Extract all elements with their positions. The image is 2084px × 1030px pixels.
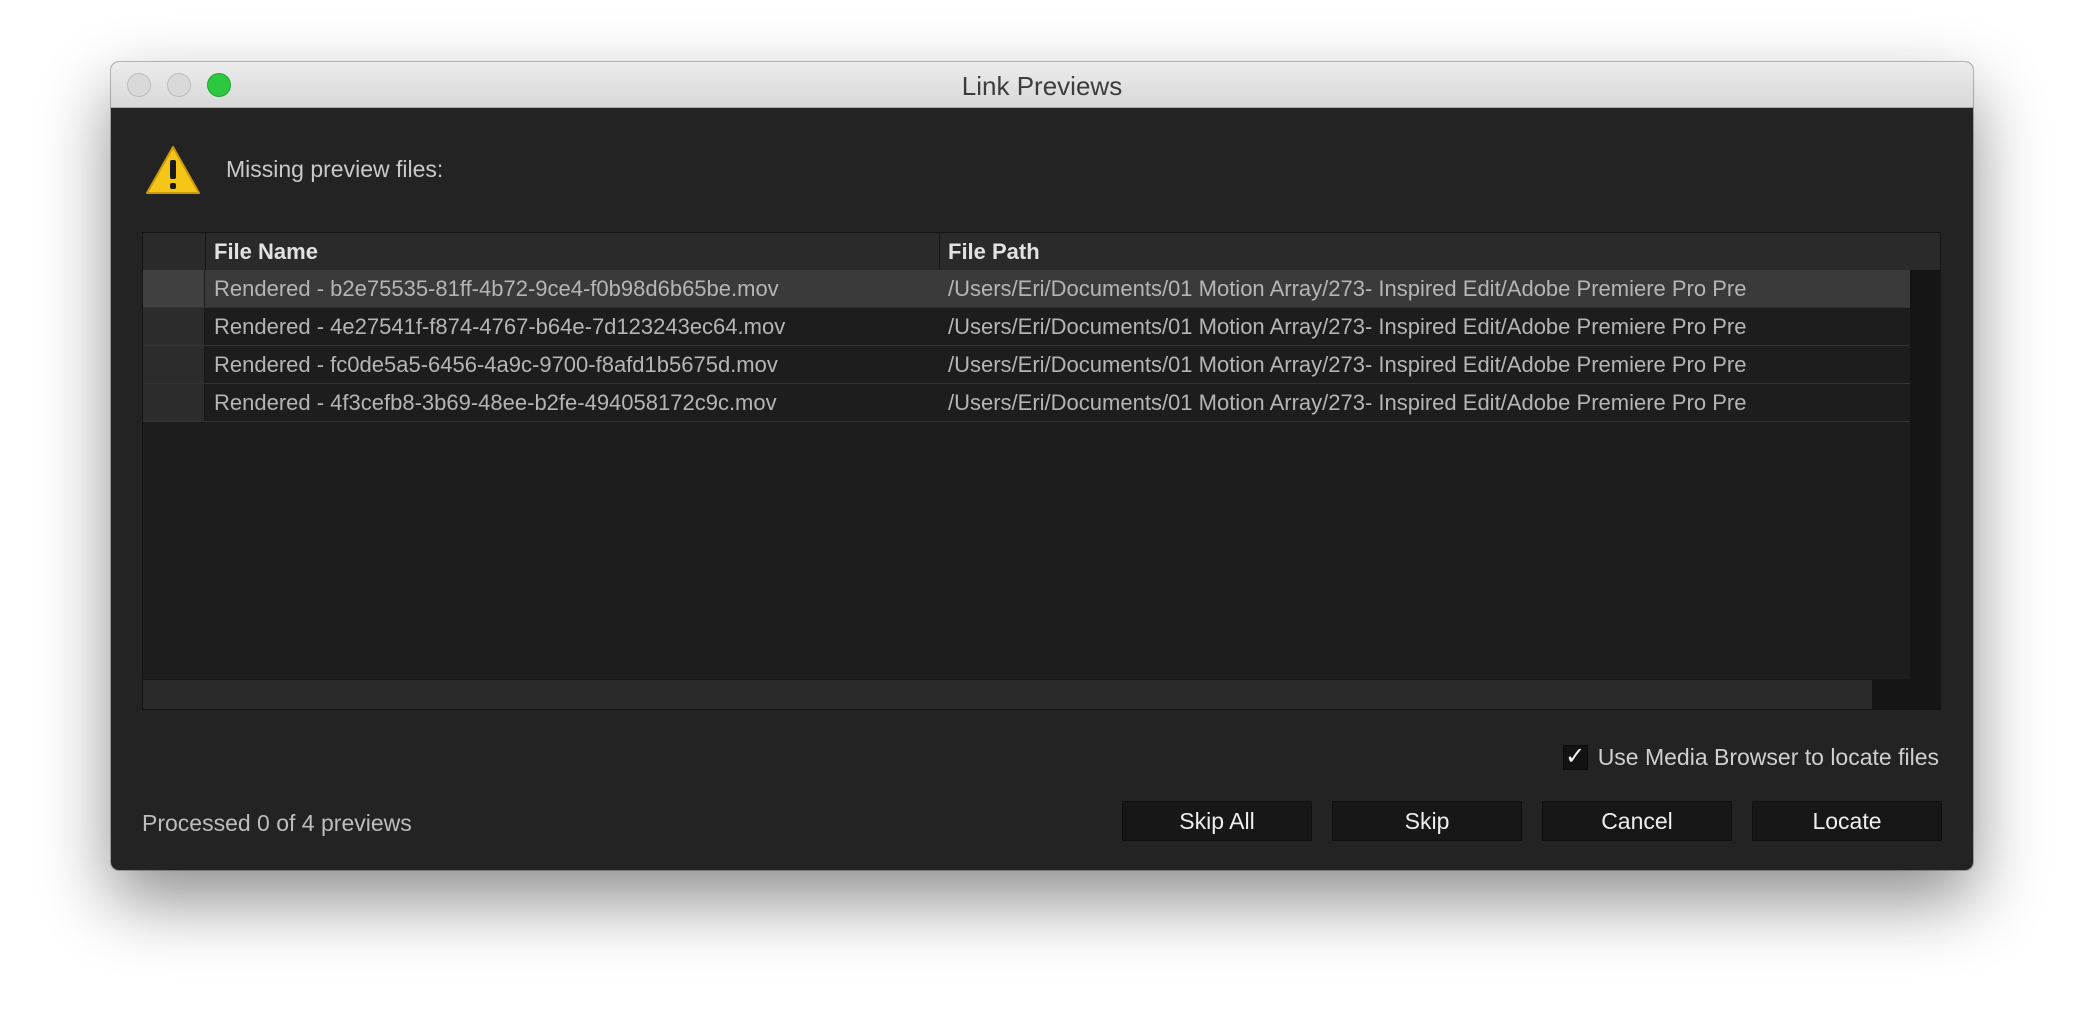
status-text: Processed 0 of 4 previews: [142, 810, 412, 836]
cancel-button[interactable]: Cancel: [1542, 801, 1732, 841]
table-row[interactable]: Rendered - b2e75535-81ff-4b72-9ce4-f0b98…: [143, 270, 1910, 308]
file-name-cell: Rendered - fc0de5a5-6456-4a9c-9700-f8afd…: [214, 352, 778, 377]
file-name-cell: Rendered - 4e27541f-f874-4767-b64e-7d123…: [214, 314, 786, 339]
link-previews-dialog: Link Previews Missing preview files: Fil…: [111, 62, 1973, 870]
file-name-cell: Rendered - 4f3cefb8-3b69-48ee-b2fe-49405…: [214, 390, 777, 415]
row-index-cell: [143, 308, 205, 345]
column-divider: [205, 233, 206, 270]
scrollbar-corner: [1872, 680, 1940, 709]
skip-button[interactable]: Skip: [1332, 801, 1522, 841]
warning-icon: [146, 146, 200, 194]
file-name-cell: Rendered - b2e75535-81ff-4b72-9ce4-f0b98…: [214, 276, 779, 301]
horizontal-scrollbar[interactable]: [143, 679, 1940, 709]
table-row[interactable]: Rendered - 4e27541f-f874-4767-b64e-7d123…: [143, 308, 1910, 346]
row-index-cell: [143, 346, 205, 383]
use-media-browser-option[interactable]: ✓ Use Media Browser to locate files: [1562, 740, 1939, 774]
column-header-file-name[interactable]: File Name: [214, 233, 318, 270]
file-path-cell: /Users/Eri/Documents/01 Motion Array/273…: [948, 390, 1747, 415]
row-index-cell: [143, 384, 205, 421]
table-row[interactable]: Rendered - 4f3cefb8-3b69-48ee-b2fe-49405…: [143, 384, 1910, 422]
row-index-cell: [143, 270, 205, 307]
window-title: Link Previews: [961, 71, 1123, 101]
file-path-cell: /Users/Eri/Documents/01 Motion Array/273…: [948, 314, 1747, 339]
table-header: File Name File Path: [143, 233, 1940, 271]
missing-files-label: Missing preview files:: [226, 156, 444, 182]
skip-all-button[interactable]: Skip All: [1122, 801, 1312, 841]
title-bar[interactable]: Link Previews: [111, 62, 1973, 108]
use-media-browser-checkbox[interactable]: ✓: [1562, 744, 1588, 770]
vertical-scrollbar[interactable]: [1910, 270, 1940, 681]
file-path-cell: /Users/Eri/Documents/01 Motion Array/273…: [948, 352, 1747, 377]
table-row[interactable]: Rendered - fc0de5a5-6456-4a9c-9700-f8afd…: [143, 346, 1910, 384]
missing-files-table: File Name File Path Rendered - b2e75535-…: [142, 232, 1941, 710]
file-path-cell: /Users/Eri/Documents/01 Motion Array/273…: [948, 276, 1747, 301]
use-media-browser-label[interactable]: Use Media Browser to locate files: [1598, 744, 1939, 771]
locate-button[interactable]: Locate: [1752, 801, 1942, 841]
column-divider[interactable]: [939, 233, 940, 270]
column-header-file-path[interactable]: File Path: [948, 233, 1040, 270]
